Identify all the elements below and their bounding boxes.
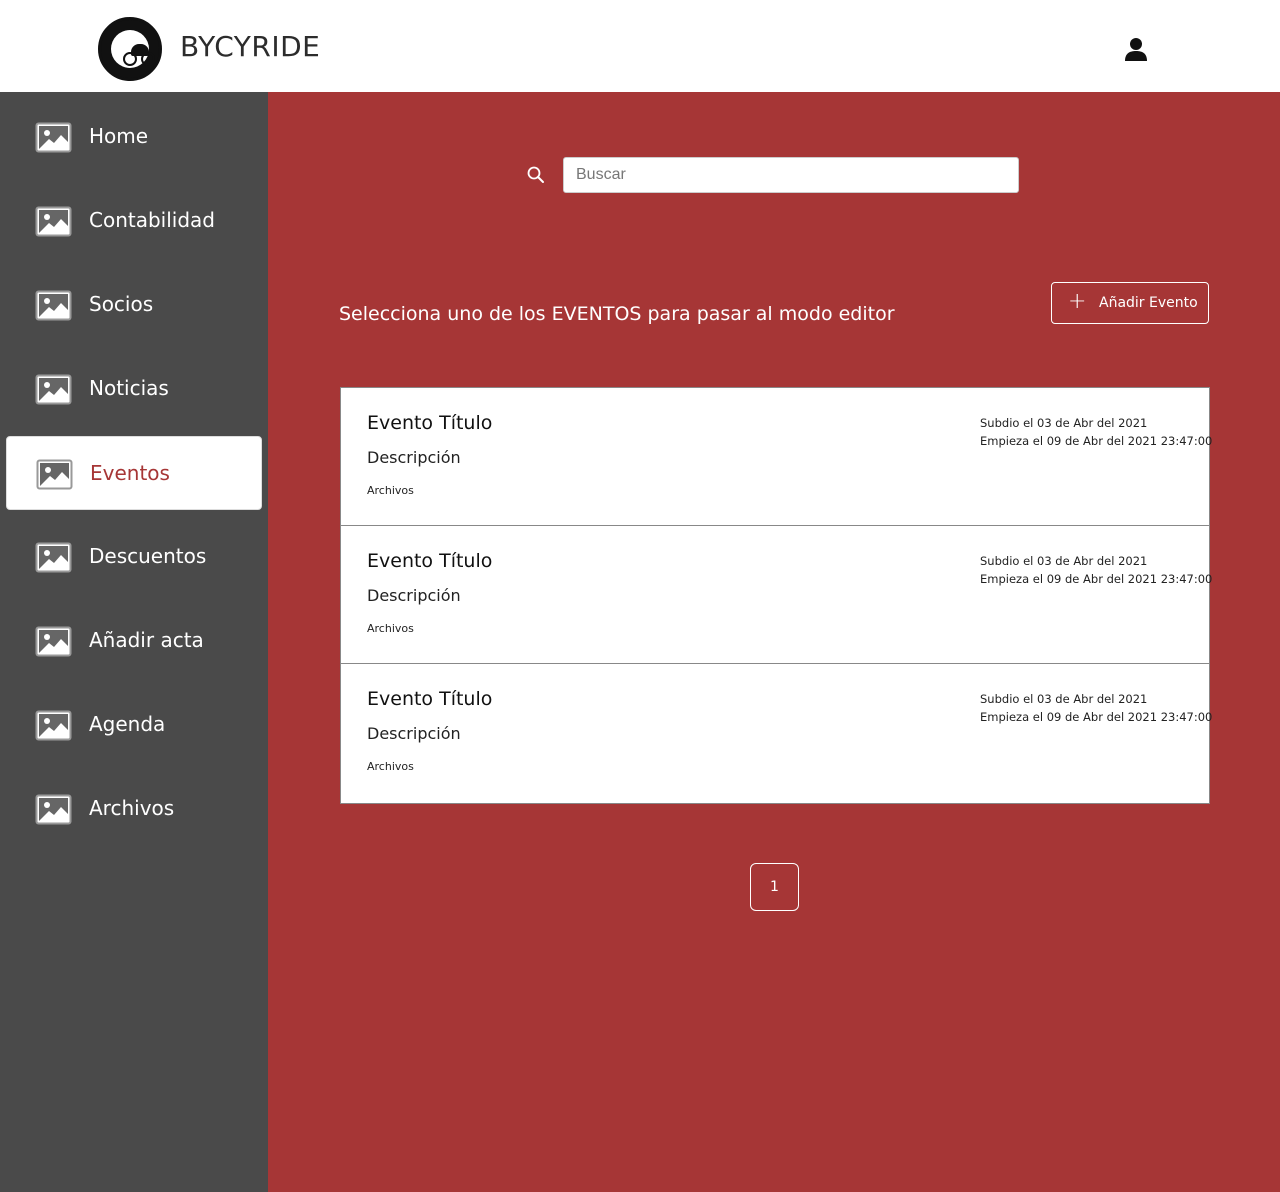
sidebar-item-label: Contabilidad — [89, 208, 215, 232]
sidebar: Home Contabilidad Socios Noticias Evento… — [0, 92, 268, 1192]
image-icon — [35, 626, 72, 657]
event-title: Evento Título — [367, 412, 493, 434]
image-icon — [35, 542, 72, 573]
event-card[interactable]: Evento Título Descripción Archivos Subdi… — [341, 526, 1212, 664]
image-icon — [35, 122, 72, 153]
page-instructions: Selecciona uno de los EVENTOS para pasar… — [339, 303, 895, 325]
event-files: Archivos — [367, 622, 414, 635]
sidebar-item-label: Añadir acta — [89, 628, 204, 652]
event-card[interactable]: Evento Título Descripción Archivos Subdi… — [341, 388, 1212, 526]
sidebar-item-home[interactable]: Home — [6, 100, 262, 174]
sidebar-item-label: Home — [89, 124, 149, 148]
event-uploaded-date: Subdio el 03 de Abr del 2021 — [980, 416, 1148, 430]
sidebar-item-label: Eventos — [90, 461, 170, 485]
add-event-button[interactable]: + Añadir Evento — [1051, 282, 1209, 324]
sidebar-item-label: Socios — [89, 292, 154, 316]
sidebar-item-descuentos[interactable]: Descuentos — [6, 520, 262, 594]
sidebar-item-archivos[interactable]: Archivos — [6, 772, 262, 846]
image-icon — [35, 374, 72, 405]
sidebar-item-label: Archivos — [89, 796, 175, 820]
event-files: Archivos — [367, 760, 414, 773]
event-start-date: Empieza el 09 de Abr del 2021 23:47:00 — [980, 434, 1213, 448]
brand-name[interactable]: BYCYRIDE — [180, 30, 320, 63]
event-start-date: Empieza el 09 de Abr del 2021 23:47:00 — [980, 572, 1213, 586]
event-meta: Subdio el 03 de Abr del 2021 Empieza el … — [980, 414, 1212, 450]
search-icon[interactable] — [526, 165, 546, 185]
sidebar-item-socios[interactable]: Socios — [6, 268, 262, 342]
sidebar-item-contabilidad[interactable]: Contabilidad — [6, 184, 262, 258]
event-description: Descripción — [367, 448, 461, 467]
search-input[interactable] — [563, 157, 1019, 193]
event-title: Evento Título — [367, 550, 493, 572]
logo-wheel — [123, 52, 137, 66]
image-icon — [35, 206, 72, 237]
event-description: Descripción — [367, 586, 461, 605]
logo-wheel — [141, 52, 155, 66]
user-icon[interactable] — [1122, 36, 1150, 64]
club-logo-icon[interactable] — [98, 17, 162, 81]
sidebar-item-label: Noticias — [89, 376, 169, 400]
events-list: Evento Título Descripción Archivos Subdi… — [340, 387, 1212, 804]
sidebar-item-eventos[interactable]: Eventos — [6, 436, 262, 510]
event-description: Descripción — [367, 724, 461, 743]
image-icon — [36, 459, 73, 490]
sidebar-item-anadir-acta[interactable]: Añadir acta — [6, 604, 262, 678]
event-uploaded-date: Subdio el 03 de Abr del 2021 — [980, 692, 1148, 706]
event-start-date: Empieza el 09 de Abr del 2021 23:47:00 — [980, 710, 1213, 724]
image-icon — [35, 710, 72, 741]
sidebar-item-noticias[interactable]: Noticias — [6, 352, 262, 426]
event-meta: Subdio el 03 de Abr del 2021 Empieza el … — [980, 552, 1212, 588]
add-event-label: Añadir Evento — [1099, 295, 1198, 311]
pagination-page-button[interactable]: 1 — [750, 863, 799, 911]
image-icon — [35, 290, 72, 321]
app-header: BYCYRIDE — [0, 0, 1280, 92]
main-content: Selecciona uno de los EVENTOS para pasar… — [268, 92, 1280, 1192]
image-icon — [35, 794, 72, 825]
event-card[interactable]: Evento Título Descripción Archivos Subdi… — [341, 664, 1212, 803]
plus-icon: + — [1068, 289, 1087, 314]
sidebar-item-label: Agenda — [89, 712, 166, 736]
logo-emblem — [111, 30, 155, 68]
event-uploaded-date: Subdio el 03 de Abr del 2021 — [980, 554, 1148, 568]
event-meta: Subdio el 03 de Abr del 2021 Empieza el … — [980, 690, 1212, 726]
event-files: Archivos — [367, 484, 414, 497]
sidebar-item-agenda[interactable]: Agenda — [6, 688, 262, 762]
event-title: Evento Título — [367, 688, 493, 710]
sidebar-item-label: Descuentos — [89, 544, 207, 568]
